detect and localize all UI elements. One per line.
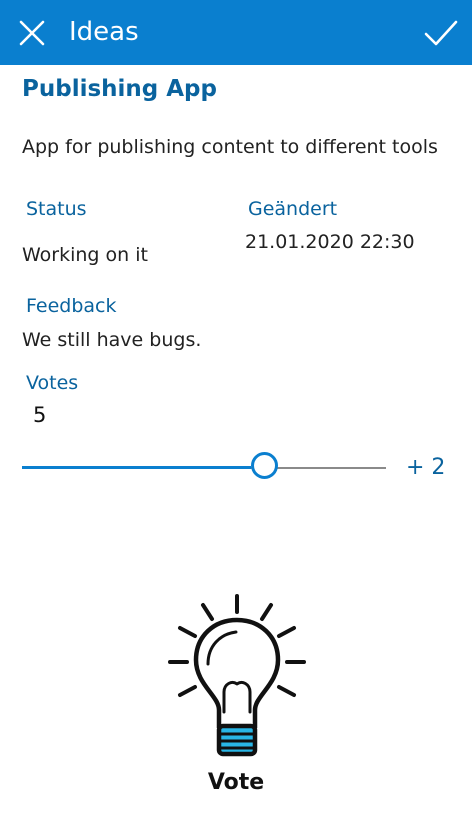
vote-slider[interactable] [22,452,386,484]
feedback-value: We still have bugs. [22,329,202,351]
slider-fill [22,466,251,469]
feedback-label: Feedback [26,295,117,317]
status-value: Working on it [22,244,148,266]
close-icon[interactable] [18,19,46,47]
idea-title: Publishing App [22,76,217,102]
vote-button-label[interactable]: Vote [0,767,472,799]
votes-label: Votes [26,372,79,394]
slider-thumb[interactable] [250,452,278,479]
changed-value: 21.01.2020 22:30 [245,231,415,253]
slider-value: + 2 [406,455,446,480]
idea-description: App for publishing content to different … [22,136,438,158]
votes-count: 5 [33,403,47,427]
changed-label: Geändert [248,198,338,220]
header-bar: Ideas [0,0,472,65]
checkmark-icon[interactable] [424,19,458,47]
page-title: Ideas [69,17,139,47]
status-label: Status [26,198,87,220]
lightbulb-icon[interactable] [166,592,308,764]
